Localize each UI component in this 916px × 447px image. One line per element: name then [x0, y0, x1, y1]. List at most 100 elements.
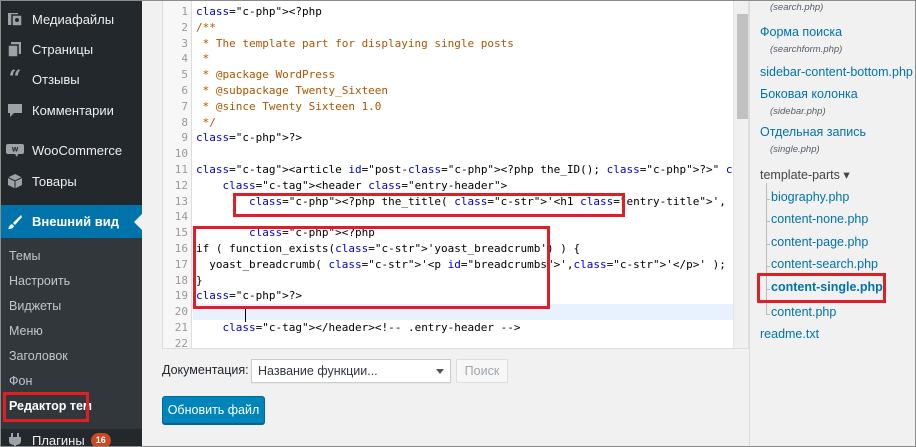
menu-item-comments[interactable]: Комментарии	[0, 99, 142, 121]
line-number: 2	[181, 20, 188, 34]
menu-label: Отзывы	[32, 71, 80, 87]
line-number: 18	[174, 273, 188, 287]
file-link[interactable]: Отдельная запись	[760, 125, 866, 139]
code-line[interactable]: 3 * The template part for displaying sin…	[163, 36, 733, 52]
code-line[interactable]: 6 * @subpackage Twenty_Sixteen	[163, 83, 733, 99]
code-line[interactable]: 22	[163, 336, 733, 349]
chevron-down-icon	[436, 369, 444, 374]
file-template-caption: (single.php)	[770, 144, 820, 155]
submenu-item-widgets[interactable]: Виджеты	[9, 299, 61, 313]
folder-template-parts[interactable]: template-parts ▾	[760, 167, 850, 182]
line-code: class="c-tag"><article id="post-class="c…	[196, 163, 748, 176]
line-number: 9	[181, 131, 188, 145]
code-line[interactable]: 5 * @package WordPress	[163, 67, 733, 83]
woocommerce-icon: W	[6, 141, 24, 159]
menu-item-appearance[interactable]: Внешний вид	[0, 205, 142, 238]
file-link[interactable]: content-search.php	[771, 257, 878, 271]
file-link[interactable]: Форма поиска	[760, 25, 842, 39]
code-line[interactable]: 9 class="c-php">?>	[163, 130, 733, 146]
line-number: 5	[181, 68, 188, 82]
file-link[interactable]: content-page.php	[771, 235, 868, 249]
function-name-select-value: Название функции...	[258, 364, 378, 378]
submenu-item-themes[interactable]: Темы	[9, 249, 40, 263]
editor-scroll-thumb[interactable]	[737, 14, 748, 119]
line-number: 16	[174, 242, 188, 255]
file-template-caption: (sidebar.php)	[770, 106, 826, 117]
plugins-update-badge: 16	[90, 432, 111, 447]
menu-label: Комментарии	[32, 102, 114, 118]
line-code: * The template part for displaying singl…	[196, 36, 514, 50]
documentation-label: Документация:	[162, 363, 249, 377]
line-number: 14	[174, 210, 188, 224]
code-line[interactable]: 12 class="c-tag"><header class="entry-he…	[163, 178, 733, 194]
comments-icon	[6, 101, 24, 119]
svg-text:W: W	[12, 147, 19, 154]
file-link[interactable]: content-none.php	[771, 212, 868, 226]
line-number: 1	[181, 5, 188, 18]
code-line[interactable]: 4 *	[163, 51, 733, 67]
line-code: class="c-tag"><header class="entry-heade…	[222, 178, 508, 192]
line-number: 19	[174, 289, 188, 303]
highlight-box-theme-editor	[3, 392, 89, 422]
menu-item-plugins[interactable]: Плагины 16	[0, 429, 142, 447]
file-link[interactable]: Боковая колонка	[760, 87, 858, 101]
line-code: class="c-php">?>	[196, 131, 302, 145]
file-template-caption: (searchform.php)	[770, 44, 843, 55]
line-number: 8	[181, 115, 188, 129]
menu-item-media[interactable]: Медиафайлы	[0, 8, 142, 30]
line-number: 3	[181, 36, 188, 50]
menu-label: Страницы	[32, 41, 94, 57]
plugins-icon	[6, 431, 24, 447]
products-icon	[6, 172, 24, 190]
highlight-box-the-title	[233, 193, 625, 217]
code-line[interactable]: 10	[163, 146, 733, 162]
menu-label: WooCommerce	[32, 142, 123, 158]
menu-item-products[interactable]: Товары	[0, 170, 142, 192]
function-name-select[interactable]: Название функции...	[251, 359, 451, 383]
quote-icon: “	[8, 66, 22, 92]
submenu-item-background[interactable]: Фон	[9, 374, 32, 388]
file-link[interactable]: readme.txt	[760, 327, 819, 341]
line-number: 4	[181, 52, 188, 66]
line-number: 13	[174, 194, 188, 208]
code-line[interactable]: 8 */	[163, 115, 733, 131]
submenu-item-customize[interactable]: Настроить	[9, 274, 70, 288]
highlight-box-breadcrumb	[193, 226, 550, 309]
line-number: 15	[174, 226, 188, 240]
highlight-box-content-single	[757, 273, 886, 303]
line-code: /**	[196, 20, 216, 34]
lookup-button[interactable]: Поиск	[456, 359, 508, 383]
code-line[interactable]: 11 class="c-tag"><article id="post-class=…	[163, 162, 748, 178]
file-link[interactable]: content.php	[771, 305, 836, 319]
line-number: 7	[181, 99, 188, 113]
line-number: 17	[174, 257, 188, 271]
code-line[interactable]: 21 class="c-tag"></header><!-- .entry-he…	[163, 320, 733, 336]
pages-icon	[6, 40, 24, 58]
code-line[interactable]: 2 /**	[163, 20, 733, 36]
line-number: 21	[174, 321, 188, 334]
line-code: * @subpackage Twenty_Sixteen	[196, 84, 389, 97]
submenu-item-menus[interactable]: Меню	[9, 324, 43, 338]
line-code: class="c-php"><?php	[196, 5, 322, 18]
line-number: 22	[174, 336, 188, 349]
media-icon	[6, 10, 24, 28]
update-file-button[interactable]: Обновить файл	[162, 396, 265, 424]
code-line[interactable]: 7 * @since Twenty Sixteen 1.0	[163, 99, 733, 115]
menu-item-woocommerce[interactable]: W WooCommerce	[0, 139, 142, 161]
text-cursor	[245, 307, 246, 322]
line-number: 10	[174, 147, 188, 161]
line-number: 12	[174, 178, 188, 192]
file-link[interactable]: sidebar-content-bottom.php	[760, 65, 913, 79]
menu-item-pages[interactable]: Страницы	[0, 38, 142, 60]
line-number: 11	[174, 163, 188, 176]
menu-label: Плагины	[32, 432, 85, 447]
menu-label: Внешний вид	[32, 214, 119, 229]
editor-scrollbar[interactable]	[733, 0, 748, 348]
file-link[interactable]: biography.php	[771, 190, 849, 204]
code-line[interactable]: 1 class="c-php"><?php	[163, 4, 733, 20]
submenu-item-header[interactable]: Заголовок	[9, 349, 68, 363]
menu-label: Медиафайлы	[32, 11, 115, 27]
admin-sidebar: Медиафайлы Страницы “ Отзывы Комментарии…	[0, 0, 142, 447]
menu-item-testimonials[interactable]: “ Отзывы	[0, 68, 142, 90]
line-code: class="c-tag"></header><!-- .entry-heade…	[222, 321, 521, 334]
